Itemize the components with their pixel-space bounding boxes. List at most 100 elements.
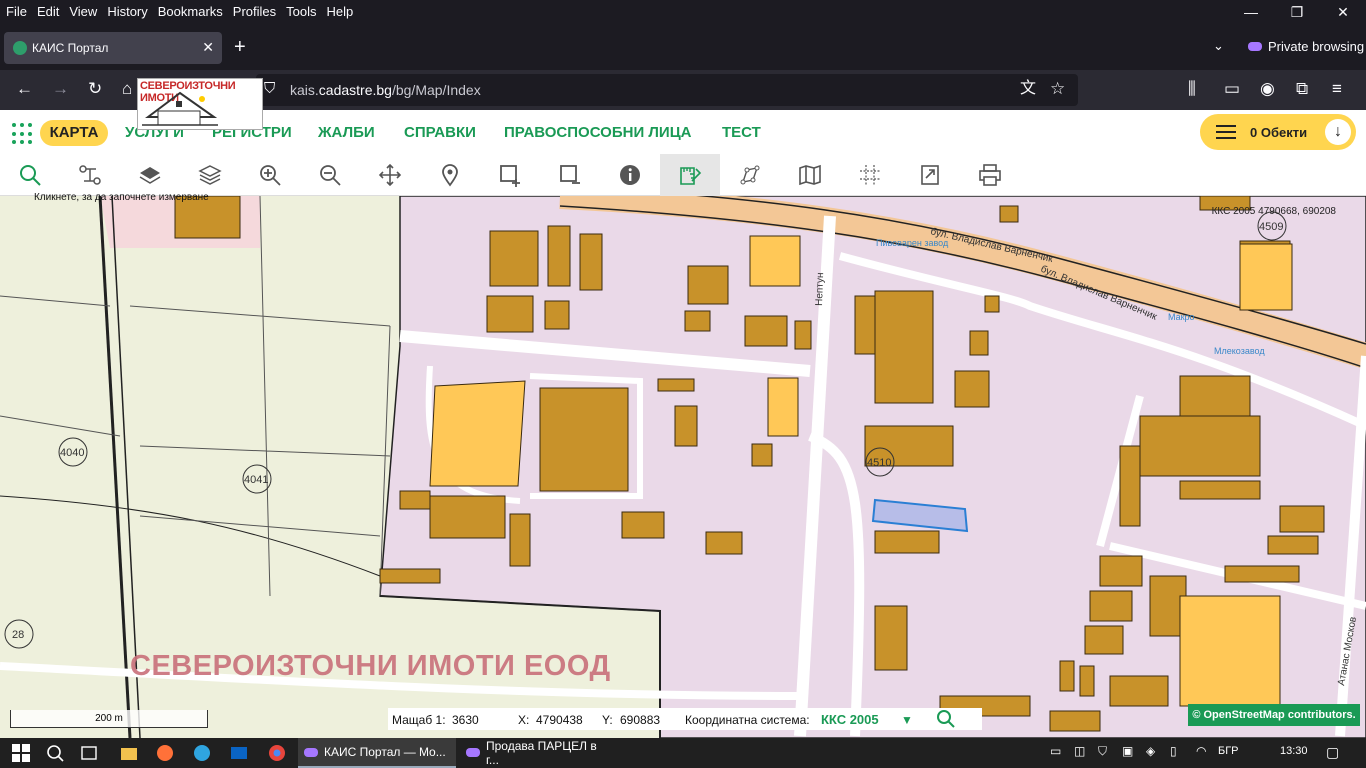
- menu-file[interactable]: File: [0, 0, 32, 24]
- map-toolbar: [0, 154, 1366, 196]
- print-icon[interactable]: [960, 154, 1020, 196]
- tray-app-icon[interactable]: ◫: [1074, 744, 1092, 762]
- parcel-label-4040: 4040: [60, 447, 84, 459]
- layers-stack-icon[interactable]: [180, 154, 240, 196]
- windows-taskbar: КАИС Портал — Mo... Продава ПАРЦЕЛ в г..…: [0, 738, 1366, 768]
- apps-grid-icon[interactable]: [12, 123, 34, 145]
- menu-view[interactable]: View: [64, 0, 102, 24]
- tray-display-icon[interactable]: ▣: [1122, 744, 1140, 762]
- app-menu-icon[interactable]: ≡: [1332, 78, 1342, 100]
- export-icon[interactable]: [900, 154, 960, 196]
- poi-makro: Макро: [1168, 312, 1195, 322]
- task-view-icon[interactable]: [80, 744, 98, 762]
- menu-edit[interactable]: Edit: [32, 0, 64, 24]
- forward-icon[interactable]: →: [52, 78, 69, 100]
- outlook-icon[interactable]: [230, 744, 248, 762]
- scale-label: Мащаб 1:: [392, 713, 446, 727]
- home-icon[interactable]: ⌂: [122, 78, 132, 100]
- account-icon[interactable]: ◉: [1260, 78, 1275, 100]
- select-add-icon[interactable]: [480, 154, 540, 196]
- language-indicator[interactable]: БГР: [1218, 745, 1239, 757]
- coord-search-icon[interactable]: [936, 709, 956, 732]
- pin-icon[interactable]: [420, 154, 480, 196]
- menu-bar: File Edit View History Bookmarks Profile…: [0, 0, 1366, 24]
- new-tab-button[interactable]: +: [234, 36, 246, 58]
- extensions-icon[interactable]: ⧉: [1296, 78, 1308, 100]
- map-status-bar: Мащаб 1: 3630 X: 4790438 Y: 690883 Коорд…: [388, 708, 982, 730]
- edge-icon[interactable]: [193, 744, 211, 762]
- minimize-button[interactable]: —: [1228, 0, 1274, 24]
- clock[interactable]: 13:30: [1280, 745, 1308, 757]
- measure-icon[interactable]: [660, 154, 720, 196]
- menu-help[interactable]: Help: [322, 0, 359, 24]
- windows-start-icon[interactable]: [12, 744, 30, 762]
- task-label: КАИС Портал — Mo...: [324, 745, 446, 759]
- pan-icon[interactable]: [360, 154, 420, 196]
- tab-kais-portal[interactable]: КАИС Портал ✕: [4, 32, 222, 64]
- list-tabs-chevron-icon[interactable]: ⌄: [1213, 38, 1224, 54]
- parcel-label-4510: 4510: [867, 457, 891, 469]
- top-coordinates: ККС 2005 4790668, 690208: [1211, 206, 1336, 217]
- map-icon[interactable]: [780, 154, 840, 196]
- grid-icon[interactable]: [840, 154, 900, 196]
- tray-network-icon[interactable]: ▭: [1050, 744, 1068, 762]
- zoom-out-icon[interactable]: [300, 154, 360, 196]
- translate-icon[interactable]: 文: [1020, 78, 1036, 100]
- search-taskbar-icon[interactable]: [46, 744, 64, 762]
- y-label: Y:: [602, 713, 613, 727]
- nav-test[interactable]: ТЕСТ: [722, 124, 761, 141]
- download-arrow-icon[interactable]: ↓: [1325, 119, 1351, 145]
- bookmark-star-icon[interactable]: ☆: [1050, 78, 1065, 100]
- chrome-icon[interactable]: [268, 744, 286, 762]
- file-explorer-icon[interactable]: [120, 744, 138, 762]
- map-canvas[interactable]: 4040 4041 4509 4510 28 бул. Владислав Ва…: [0, 196, 1366, 738]
- house-logo-icon: [142, 91, 218, 126]
- tab-bar: КАИС Портал ✕ + ⌄ Private browsing: [0, 24, 1366, 70]
- shield-icon[interactable]: ⛉: [264, 78, 275, 100]
- objects-button[interactable]: 0 Обекти ↓: [1200, 114, 1356, 150]
- menu-tools[interactable]: Tools: [281, 0, 321, 24]
- reload-icon[interactable]: ↻: [88, 78, 102, 100]
- x-value: 4790438: [536, 713, 583, 727]
- layers-icon[interactable]: [120, 154, 180, 196]
- zoom-in-icon[interactable]: [240, 154, 300, 196]
- info-icon[interactable]: [600, 154, 660, 196]
- measure-hint: Кликнете, за да започнете измерване: [34, 192, 209, 203]
- back-icon[interactable]: ←: [16, 78, 33, 100]
- select-remove-icon[interactable]: [540, 154, 600, 196]
- menu-profiles[interactable]: Profiles: [228, 0, 281, 24]
- nav-zhalbi[interactable]: ЖАЛБИ: [318, 124, 375, 141]
- firefox-icon[interactable]: [156, 744, 174, 762]
- cs-value[interactable]: ККС 2005: [821, 712, 879, 727]
- tray-shield-icon[interactable]: ◈: [1146, 744, 1164, 762]
- nav-karta[interactable]: КАРТА: [40, 120, 108, 146]
- favicon-icon: [13, 41, 27, 55]
- tray-battery-icon[interactable]: ▯: [1170, 744, 1188, 762]
- library-icon[interactable]: ⫼: [1188, 78, 1196, 100]
- scale-value: 3630: [452, 713, 479, 727]
- notification-icon[interactable]: ▢: [1326, 744, 1344, 762]
- menu-bookmarks[interactable]: Bookmarks: [153, 0, 228, 24]
- tray-security-icon[interactable]: ⛉: [1098, 744, 1116, 762]
- vertex-icon[interactable]: [720, 154, 780, 196]
- route-icon[interactable]: [60, 154, 120, 196]
- hamburger-icon: [1216, 125, 1236, 139]
- tray-wifi-icon[interactable]: ◠: [1196, 744, 1214, 762]
- url-text[interactable]: kais.cadastre.bg/bg/Map/Index: [290, 82, 481, 98]
- cs-dropdown-icon[interactable]: ▼: [901, 713, 913, 727]
- search-icon[interactable]: [0, 154, 60, 196]
- url-bar[interactable]: ⛉ kais.cadastre.bg/bg/Map/Index 文 ☆: [256, 74, 1078, 106]
- restore-button[interactable]: ❐: [1274, 0, 1320, 24]
- private-mask-icon: [466, 748, 480, 757]
- taskbar-task-parcel[interactable]: Продава ПАРЦЕЛ в г...: [460, 738, 612, 768]
- osm-attribution[interactable]: © OpenStreetMap contributors.: [1188, 704, 1360, 726]
- poi-brewery: Пивоварен завод: [876, 238, 949, 248]
- cs-label: Координатна система:: [685, 713, 810, 727]
- close-window-button[interactable]: ✕: [1320, 0, 1366, 24]
- nav-spravki[interactable]: СПРАВКИ: [404, 124, 476, 141]
- sidebar-icon[interactable]: ▭: [1224, 78, 1240, 100]
- taskbar-task-kais[interactable]: КАИС Портал — Mo...: [298, 738, 456, 768]
- tab-close-icon[interactable]: ✕: [202, 39, 214, 56]
- menu-history[interactable]: History: [102, 0, 152, 24]
- nav-pravosposobni-lica[interactable]: ПРАВОСПОСОБНИ ЛИЦА: [504, 124, 692, 141]
